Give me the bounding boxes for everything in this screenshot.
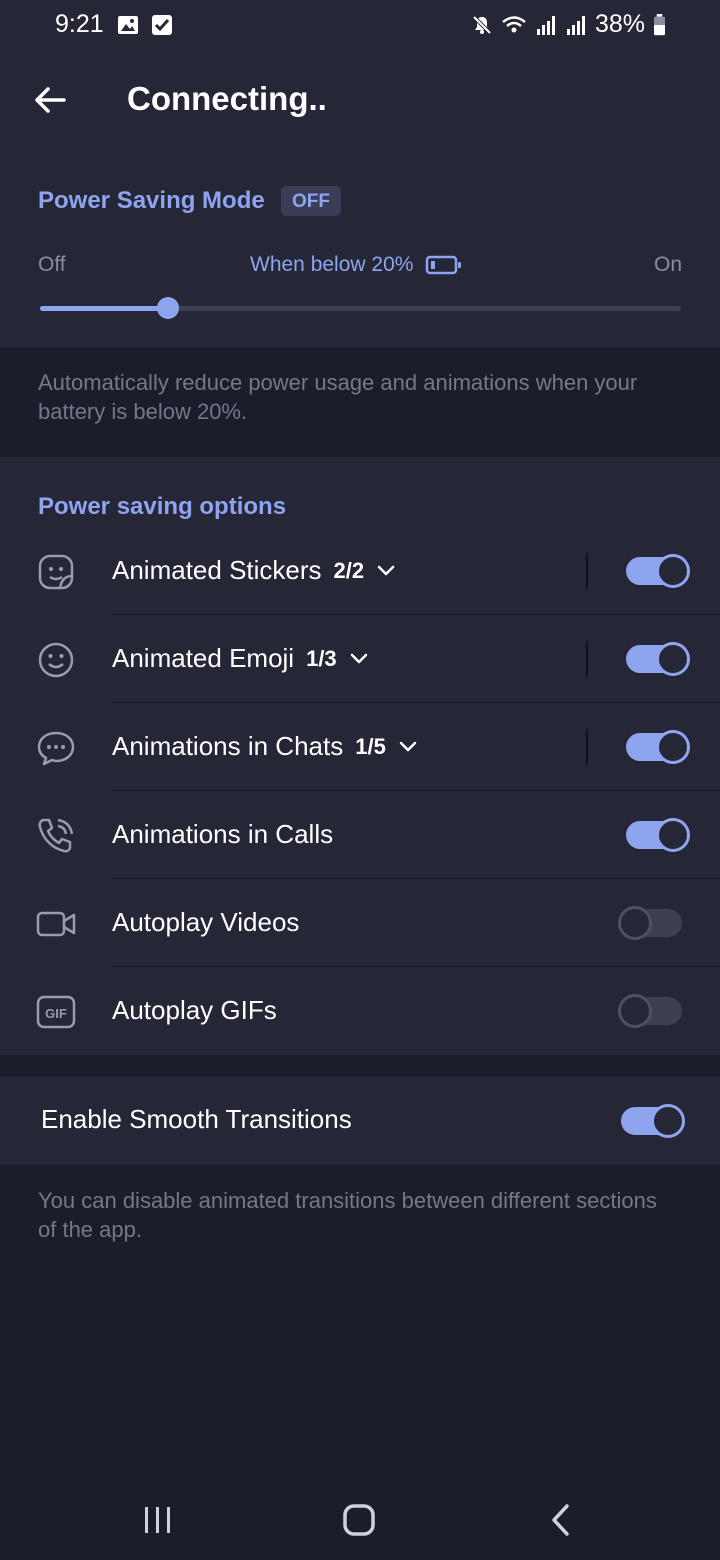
toggle-knob: [651, 1104, 685, 1138]
smooth-transitions-row[interactable]: Enable Smooth Transitions: [0, 1077, 720, 1165]
option-count: 1/3: [306, 645, 337, 671]
top-app-bar: 9:21 38% Connecting..: [0, 0, 720, 151]
header: Connecting..: [0, 62, 720, 142]
slider-label-off: Off: [38, 253, 66, 276]
vertical-divider: [586, 729, 588, 765]
option-label-group: Autoplay Videos: [112, 907, 299, 938]
option-toggle[interactable]: [626, 730, 690, 764]
system-nav-bar: [0, 1478, 720, 1560]
option-toggle[interactable]: [618, 906, 682, 940]
option-label: Animations in Calls: [112, 819, 334, 849]
power-saving-info: Automatically reduce power usage and ani…: [38, 370, 638, 424]
power-saving-options-title: Power saving options: [38, 493, 287, 520]
signal-icon: [566, 15, 585, 35]
svg-text:GIF: GIF: [45, 1006, 67, 1021]
power-saving-mode-section: Power Saving Mode OFF Off When below 20%…: [0, 151, 720, 347]
option-label-group[interactable]: Animations in Chats 1/5: [112, 731, 418, 762]
option-label-group: Autoplay GIFs: [112, 995, 277, 1026]
option-row[interactable]: GIF Autoplay GIFs: [0, 967, 720, 1055]
status-time: 9:21: [55, 10, 104, 38]
vertical-divider: [586, 553, 588, 589]
recent-apps-icon[interactable]: [138, 1500, 178, 1540]
option-toggle[interactable]: [618, 994, 682, 1028]
smooth-transitions-toggle[interactable]: [621, 1104, 685, 1138]
status-badge: OFF: [281, 186, 341, 216]
smooth-transitions-label: Enable Smooth Transitions: [41, 1104, 352, 1134]
smooth-transitions-info: You can disable animated transitions bet…: [38, 1188, 657, 1242]
option-row[interactable]: Animated Emoji 1/3: [0, 615, 720, 703]
option-count: 1/5: [355, 733, 386, 759]
toggle-knob: [618, 994, 652, 1028]
option-toggle[interactable]: [626, 554, 690, 588]
emoji-icon: [36, 640, 76, 680]
power-saving-slider[interactable]: [40, 297, 681, 319]
option-label-group: Animations in Calls: [112, 819, 333, 850]
sticker-icon: [36, 552, 76, 592]
battery-low-icon: [426, 255, 462, 275]
battery-percent: 38%: [594, 10, 645, 38]
back-arrow-icon[interactable]: [30, 80, 70, 120]
slider-label-threshold: When below 20%: [250, 253, 463, 277]
mute-icon: [472, 15, 492, 34]
chevron-down-icon[interactable]: [349, 652, 369, 666]
option-label: Animations in Chats: [112, 731, 344, 761]
gallery-icon: [118, 16, 138, 34]
option-toggle[interactable]: [626, 642, 690, 676]
video-camera-icon: [36, 904, 76, 944]
page-title: Connecting..: [127, 80, 327, 117]
option-row[interactable]: Animations in Calls: [0, 791, 720, 879]
slider-thumb[interactable]: [157, 297, 180, 319]
signal-icon: [536, 15, 555, 35]
option-label: Autoplay Videos: [112, 907, 300, 937]
option-label: Animated Emoji: [112, 643, 295, 673]
wifi-icon: [502, 15, 526, 32]
option-toggle[interactable]: [626, 818, 690, 852]
gif-icon: GIF: [36, 992, 76, 1032]
toggle-knob: [656, 554, 690, 588]
toggle-knob: [656, 730, 690, 764]
chevron-down-icon[interactable]: [398, 740, 418, 754]
option-row[interactable]: Animated Stickers 2/2: [0, 527, 720, 615]
slider-fill: [40, 306, 169, 311]
slider-threshold-text: When below 20%: [250, 253, 414, 276]
home-icon[interactable]: [339, 1500, 379, 1540]
option-count: 2/2: [333, 557, 365, 583]
chat-bubble-icon: [36, 728, 76, 768]
option-row[interactable]: Autoplay Videos: [0, 879, 720, 967]
slider-label-on: On: [653, 253, 682, 276]
battery-icon: [654, 13, 665, 35]
option-label-group[interactable]: Animated Stickers 2/2: [112, 555, 396, 586]
toggle-knob: [656, 642, 690, 676]
option-row[interactable]: Animations in Chats 1/5: [0, 703, 720, 791]
power-saving-mode-title: Power Saving Mode: [38, 187, 265, 214]
vertical-divider: [586, 641, 588, 677]
checkbox-icon: [152, 15, 172, 35]
toggle-knob: [656, 818, 690, 852]
phone-call-icon: [36, 816, 76, 856]
toggle-knob: [618, 906, 652, 940]
option-label-group[interactable]: Animated Emoji 1/3: [112, 643, 369, 674]
status-bar: 9:21 38%: [0, 0, 720, 52]
power-saving-options-section: Power saving options Animated Stickers 2/…: [0, 457, 720, 1055]
option-label: Animated Stickers: [112, 555, 322, 585]
back-nav-icon[interactable]: [541, 1500, 581, 1540]
chevron-down-icon[interactable]: [376, 564, 396, 578]
option-label: Autoplay GIFs: [112, 995, 277, 1025]
